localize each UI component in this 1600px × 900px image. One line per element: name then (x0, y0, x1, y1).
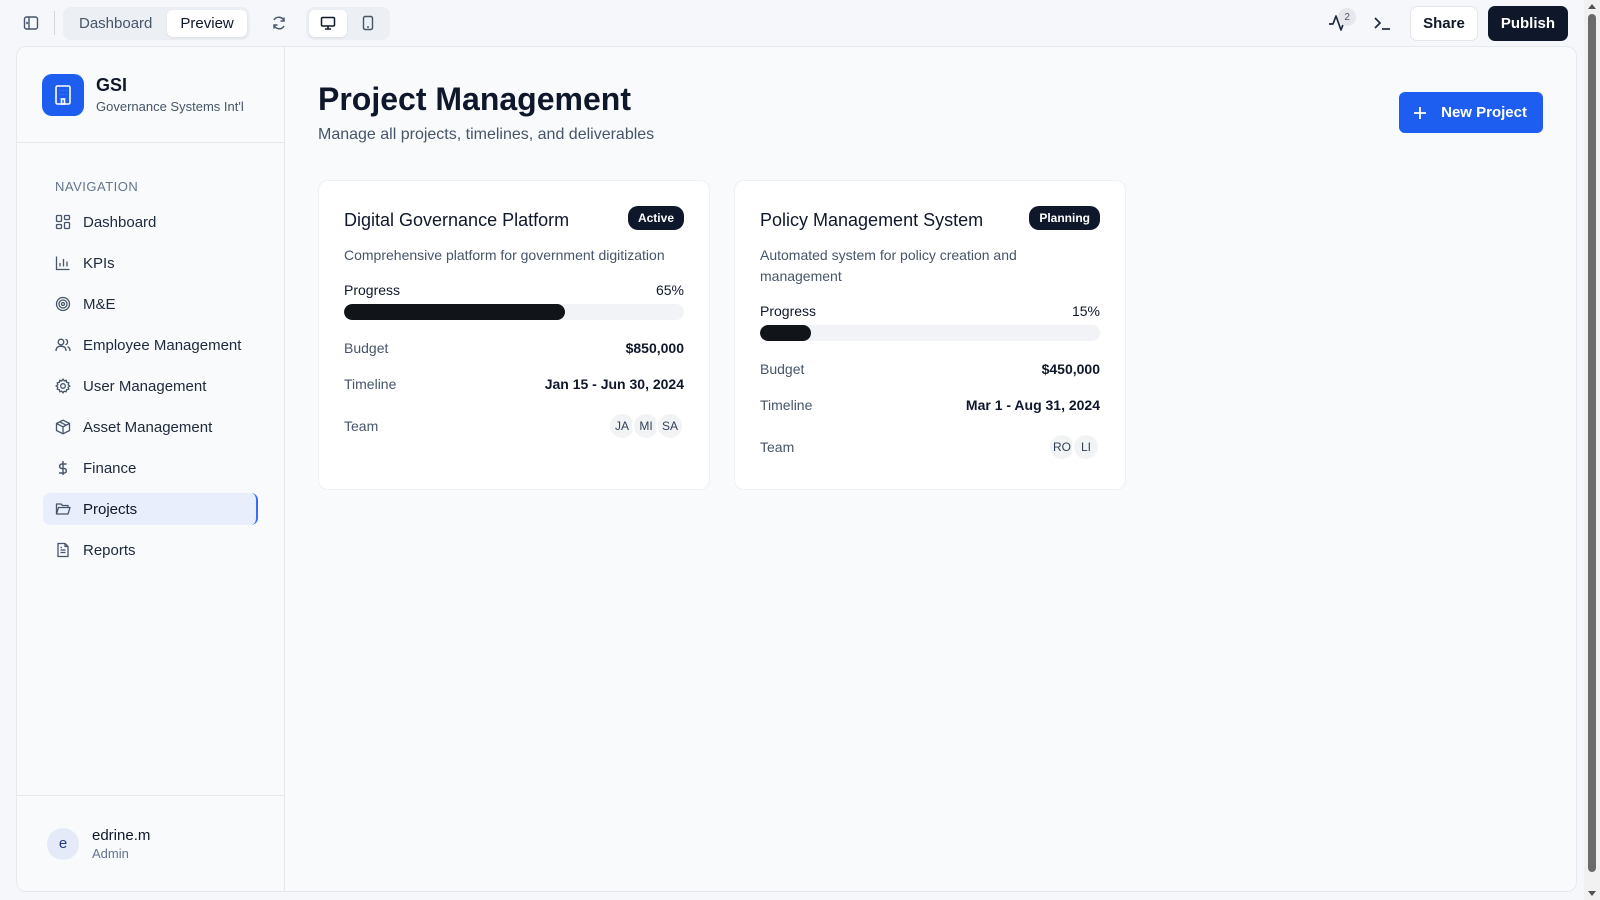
sidebar-item-me[interactable]: M&E (43, 288, 258, 320)
sidebar-item-label: User Management (83, 377, 207, 395)
publish-button[interactable]: Publish (1487, 5, 1568, 41)
user-role: Admin (92, 845, 129, 861)
sidebar-item-employee-management[interactable]: Employee Management (43, 329, 258, 361)
team-member-avatar: SA (656, 412, 684, 440)
team-member-avatar: LI (1072, 433, 1100, 461)
sidebar-item-label: Asset Management (83, 418, 213, 436)
scroll-down-icon[interactable] (1588, 891, 1596, 896)
main-content: Project Management Manage all projects, … (285, 47, 1576, 891)
sidebar-item-projects[interactable]: Projects (43, 493, 258, 525)
team-label: Team (344, 418, 379, 434)
progress-bar (760, 325, 1100, 341)
sidebar-item-user-management[interactable]: User Management (43, 370, 258, 402)
progress-value: 15% (1071, 303, 1100, 319)
grid-icon (55, 214, 71, 230)
sidebar-item-finance[interactable]: Finance (43, 452, 258, 484)
sidebar-item-label: Finance (83, 459, 137, 477)
brand-name: GSI (96, 75, 128, 95)
folder-icon (55, 503, 71, 515)
nav-heading: NAVIGATION (55, 179, 139, 194)
budget-value: $450,000 (1041, 361, 1100, 377)
sidebar-item-kpis[interactable]: KPIs (43, 247, 258, 279)
progress-fill (760, 325, 811, 341)
sidebar-item-label: M&E (83, 295, 116, 313)
brand-subtitle: Governance Systems Int'l (96, 99, 244, 114)
terminal-icon[interactable] (1366, 8, 1400, 38)
mobile-icon[interactable] (349, 10, 387, 37)
new-project-label: New Project (1441, 104, 1527, 121)
bar-chart-icon (55, 256, 70, 271)
tab-dashboard[interactable]: Dashboard (66, 10, 165, 37)
timeline-value: Mar 1 - Aug 31, 2024 (965, 397, 1100, 413)
building-icon (42, 73, 84, 116)
sidebar-item-label: Dashboard (83, 213, 157, 231)
project-card[interactable]: Digital Governance Platform Active Compr… (318, 180, 710, 490)
brand-header: GSI Governance Systems Int'l (17, 47, 284, 143)
activity-count-badge: 2 (1338, 8, 1357, 26)
toolbar-actions: 2 Share Publish (1322, 5, 1568, 41)
sidebar-item-label: KPIs (83, 254, 115, 272)
progress-label: Progress (344, 282, 401, 298)
timeline-label: Timeline (344, 376, 397, 392)
status-badge: Planning (1029, 206, 1100, 230)
sidebar-item-dashboard[interactable]: Dashboard (43, 206, 258, 238)
app-preview-frame: GSI Governance Systems Int'l NAVIGATION … (16, 46, 1577, 892)
view-tabs: Dashboard Preview (63, 6, 250, 40)
sidebar-item-label: Reports (83, 541, 136, 559)
page-title: Project Management (318, 81, 631, 117)
file-icon (57, 542, 69, 558)
team-avatars: JA MI SA (608, 412, 684, 440)
scroll-up-icon[interactable] (1588, 4, 1596, 9)
project-card[interactable]: Policy Management System Planning Automa… (734, 180, 1126, 490)
user-name: edrine.m (92, 826, 151, 844)
user-profile[interactable]: e edrine.m Admin (17, 795, 284, 891)
dollar-icon (59, 461, 67, 475)
page-scrollbar[interactable] (1584, 0, 1600, 900)
project-title: Policy Management System (760, 210, 984, 230)
page-subtitle: Manage all projects, timelines, and deli… (318, 126, 655, 143)
sidebar-item-label: Projects (83, 500, 138, 518)
gear-icon (55, 378, 71, 394)
users-icon (55, 338, 71, 352)
timeline-label: Timeline (760, 397, 813, 413)
budget-label: Budget (760, 361, 805, 377)
desktop-icon[interactable] (308, 9, 347, 37)
team-avatars: RO LI (1048, 433, 1100, 461)
avatar: e (47, 827, 79, 860)
budget-label: Budget (344, 340, 389, 356)
progress-fill (344, 304, 565, 320)
progress-bar (344, 304, 684, 320)
team-label: Team (760, 439, 795, 455)
status-badge: Active (627, 206, 684, 230)
project-description: Comprehensive platform for government di… (344, 247, 665, 263)
plus-icon (1414, 106, 1427, 119)
new-project-button[interactable]: New Project (1399, 92, 1543, 133)
project-cards: Digital Governance Platform Active Compr… (318, 180, 1543, 490)
tab-preview[interactable]: Preview (167, 9, 247, 37)
budget-value: $850,000 (625, 340, 684, 356)
sidebar-item-label: Employee Management (83, 336, 242, 354)
sidebar-nav: Dashboard KPIs M&E Employee Management U… (17, 206, 284, 566)
progress-label: Progress (760, 303, 817, 319)
timeline-value: Jan 15 - Jun 30, 2024 (544, 376, 684, 392)
project-description: Automated system for policy creation and… (760, 247, 1017, 284)
sidebar-item-reports[interactable]: Reports (43, 534, 258, 566)
activity-icon[interactable]: 2 (1322, 6, 1357, 40)
sidebar-item-asset-management[interactable]: Asset Management (43, 411, 258, 443)
progress-value: 65% (655, 282, 684, 298)
top-toolbar: Dashboard Preview 2 Share Publish (0, 0, 1584, 46)
device-toggle (305, 6, 390, 40)
project-title: Digital Governance Platform (344, 210, 570, 230)
sidebar-toggle-icon[interactable] (16, 8, 46, 38)
scrollbar-thumb[interactable] (1588, 14, 1596, 872)
sidebar: GSI Governance Systems Int'l NAVIGATION … (17, 47, 285, 891)
share-button[interactable]: Share (1410, 5, 1478, 41)
package-icon (55, 419, 71, 435)
refresh-icon[interactable] (264, 8, 294, 38)
toolbar-divider (54, 11, 55, 35)
target-icon (55, 296, 71, 312)
